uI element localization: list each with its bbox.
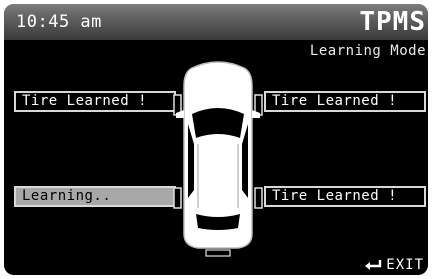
front-left-tire-status: Tire Learned ! xyxy=(14,91,176,112)
mode-subtitle: Learning Mode xyxy=(309,43,426,59)
rear-left-tire-status: Learning.. xyxy=(14,186,176,207)
page-title: TPMS xyxy=(359,7,426,37)
rear-right-tire-icon xyxy=(254,187,263,209)
enter-return-icon xyxy=(365,260,382,270)
exit-button[interactable]: EXIT xyxy=(364,257,424,273)
rear-left-tire-icon xyxy=(173,187,182,209)
rear-right-tire-status: Tire Learned ! xyxy=(264,186,426,207)
clock: 10:45 am xyxy=(16,12,102,32)
header-bar: 10:45 am TPMS xyxy=(4,4,428,40)
front-right-tire-status: Tire Learned ! xyxy=(264,91,426,112)
car-top-view-icon xyxy=(173,61,263,257)
tpms-screen: 10:45 am TPMS Learning Mode Tire Learned… xyxy=(4,4,428,275)
exit-label: EXIT xyxy=(386,257,424,273)
